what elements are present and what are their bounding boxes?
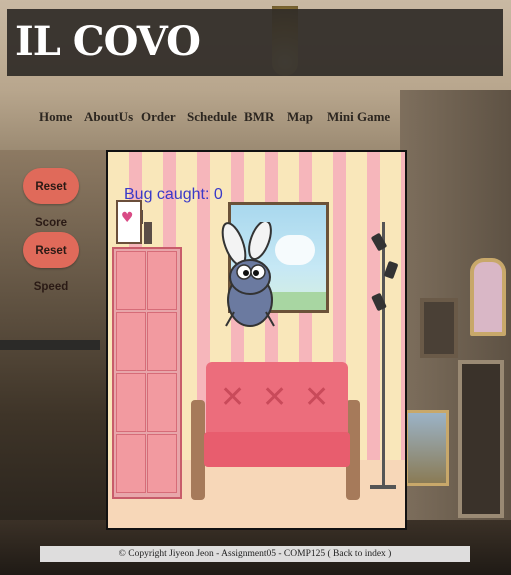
heart-icon: ♥ (121, 210, 134, 226)
heart-picture: ♥ (116, 200, 142, 244)
footer: © Copyright Jiyeon Jeon - Assignment05 -… (40, 546, 470, 562)
nav-schedule[interactable]: Schedule (187, 109, 237, 125)
nav-home[interactable]: Home (39, 109, 72, 125)
site-logo[interactable]: IL COVO (15, 21, 201, 63)
nav-map[interactable]: Map (287, 109, 313, 125)
site-header: IL COVO (7, 9, 503, 76)
cup-icon (142, 210, 152, 244)
back-to-index-link[interactable]: Back to index (333, 549, 386, 559)
cabinet (112, 247, 182, 499)
copyright-text: © Copyright Jiyeon Jeon - Assignment05 -… (118, 549, 331, 559)
reset-score-button[interactable]: Reset Score (23, 168, 79, 229)
nav-order[interactable]: Order (141, 109, 176, 125)
score-text: Bug caught: 0 (124, 186, 223, 203)
footer-close: ) (388, 549, 392, 559)
main-nav: Home AboutUs Order Schedule BMR Map Mini… (0, 109, 511, 129)
sofa: ✕ ✕ ✕ (206, 362, 348, 437)
game-canvas[interactable]: ♥ ✕ ✕ ✕ Bug caught: 0 (106, 150, 407, 530)
nav-aboutus[interactable]: AboutUs (84, 109, 133, 125)
floor-lamp (382, 222, 385, 487)
nav-mini-game[interactable]: Mini Game (327, 109, 390, 125)
reset-speed-button[interactable]: Reset Speed (23, 232, 79, 293)
nav-bmr[interactable]: BMR (244, 109, 274, 125)
bug-sprite[interactable] (220, 222, 290, 330)
